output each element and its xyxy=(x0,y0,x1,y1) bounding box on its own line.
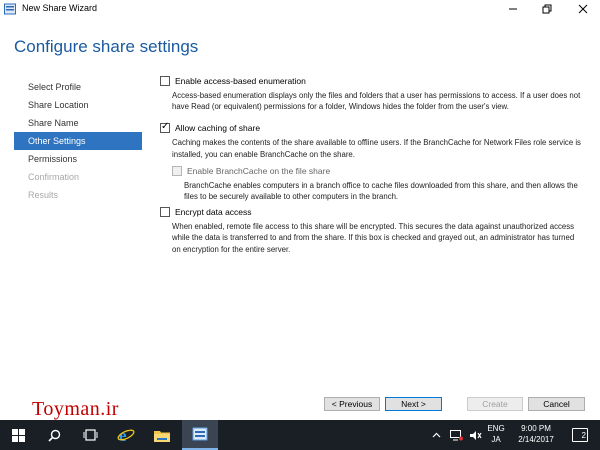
watermark-text: Toyman.ir xyxy=(32,398,119,420)
branchcache-label: Enable BranchCache on the file share xyxy=(187,165,331,176)
encrypt-option: Encrypt data access When enabled, remote… xyxy=(160,205,585,255)
action-center-button[interactable]: 2 xyxy=(572,428,588,442)
taskbar: e ENG JA 9:00 PM 2/14/2017 2 xyxy=(0,420,600,450)
restore-icon xyxy=(542,4,552,14)
step-other-settings[interactable]: Other Settings xyxy=(14,132,142,150)
internet-explorer-button[interactable]: e xyxy=(108,420,144,450)
step-confirmation: Confirmation xyxy=(28,172,80,182)
start-button[interactable] xyxy=(0,420,36,450)
minimize-button[interactable] xyxy=(496,0,530,18)
search-icon xyxy=(47,429,60,442)
step-permissions[interactable]: Permissions xyxy=(14,150,142,168)
encrypt-description: When enabled, remote file access to this… xyxy=(172,222,575,254)
system-tray xyxy=(432,420,482,450)
step-share-name[interactable]: Share Name xyxy=(14,114,142,132)
title-bar: New Share Wizard xyxy=(0,0,600,18)
window-title: New Share Wizard xyxy=(22,3,98,13)
page-title: Configure share settings xyxy=(14,37,199,56)
encrypt-label[interactable]: Encrypt data access xyxy=(175,207,252,217)
keyboard-layout-code: JA xyxy=(491,435,501,444)
server-manager-icon xyxy=(192,427,208,441)
wizard-steps-nav: Select Profile Share Location Share Name… xyxy=(14,78,142,204)
settings-panel: Enable access-based enumeration Access-b… xyxy=(160,74,585,255)
branchcache-option: Enable BranchCache on the file share Bra… xyxy=(172,164,585,202)
network-icon[interactable] xyxy=(450,429,463,441)
next-button[interactable]: Next > xyxy=(385,397,442,411)
branchcache-description: BranchCache enables computers in a branc… xyxy=(184,180,578,202)
clock[interactable]: 9:00 PM 2/14/2017 xyxy=(512,423,560,445)
abe-label[interactable]: Enable access-based enumeration xyxy=(175,76,306,86)
windows-logo-icon xyxy=(11,428,25,442)
close-button[interactable] xyxy=(566,0,600,18)
language-code: ENG xyxy=(487,424,505,433)
chevron-up-icon[interactable] xyxy=(432,431,441,440)
caching-label[interactable]: Allow caching of share xyxy=(175,123,260,133)
search-button[interactable] xyxy=(36,420,72,450)
branchcache-checkbox xyxy=(172,165,182,176)
file-explorer-button[interactable] xyxy=(144,420,180,450)
close-icon xyxy=(578,4,588,14)
step-results: Results xyxy=(28,190,59,200)
folder-icon xyxy=(154,430,170,442)
clock-date: 2/14/2017 xyxy=(518,435,554,444)
task-view-icon xyxy=(83,429,97,441)
encrypt-checkbox[interactable] xyxy=(160,207,170,218)
clock-time: 9:00 PM xyxy=(521,424,551,433)
step-select-profile[interactable]: Select Profile xyxy=(14,78,142,96)
task-view-button[interactable] xyxy=(72,420,108,450)
input-language-indicator[interactable]: ENG JA xyxy=(487,423,505,445)
server-manager-icon xyxy=(4,3,16,15)
restore-button[interactable] xyxy=(530,0,564,18)
internet-explorer-icon: e xyxy=(117,426,135,444)
abe-description: Access-based enumeration displays only t… xyxy=(172,91,581,112)
minimize-icon xyxy=(509,8,517,10)
checkmark-icon: ✓ xyxy=(161,121,170,133)
abe-checkbox[interactable] xyxy=(160,76,170,86)
server-manager-taskbar-button[interactable] xyxy=(182,420,218,450)
step-share-location[interactable]: Share Location xyxy=(14,96,142,114)
caching-description: Caching makes the contents of the share … xyxy=(172,138,581,159)
volume-icon[interactable] xyxy=(469,430,482,441)
caching-checkbox[interactable]: ✓ xyxy=(160,121,170,134)
abe-option: Enable access-based enumeration Access-b… xyxy=(160,74,585,112)
previous-button[interactable]: < Previous xyxy=(324,397,380,411)
caching-option: ✓ Allow caching of share Caching makes t… xyxy=(160,121,585,159)
cancel-button[interactable]: Cancel xyxy=(528,397,585,411)
create-button: Create xyxy=(467,397,523,411)
new-share-wizard-window: New Share Wizard Configure share setting… xyxy=(0,0,600,420)
notification-count: 2 xyxy=(581,430,586,440)
